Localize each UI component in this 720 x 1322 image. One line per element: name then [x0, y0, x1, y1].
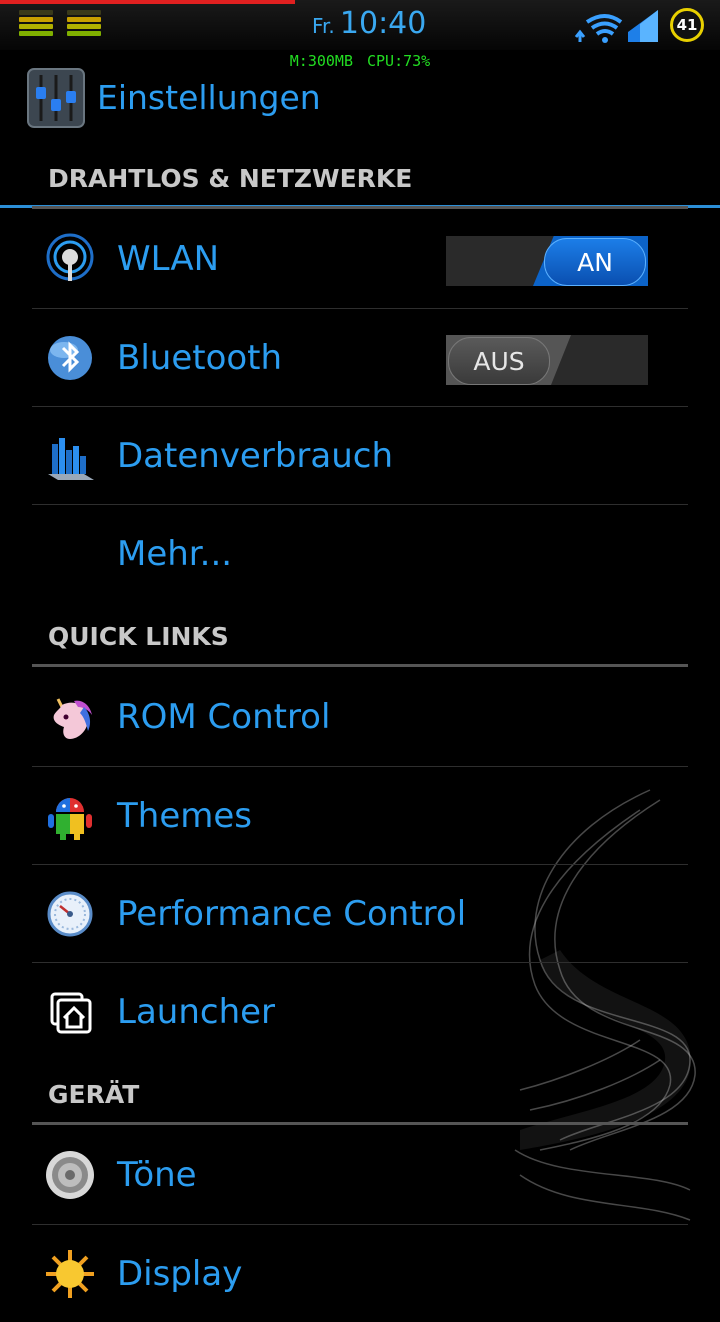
settings-item-bluetooth[interactable]: Bluetooth AUS [32, 309, 688, 406]
bluetooth-toggle[interactable]: AUS [446, 335, 648, 385]
wlan-label: WLAN [117, 239, 220, 279]
section-header-wireless: DRAHTLOS & NETZWERKE [48, 164, 413, 193]
progress-line [0, 0, 295, 4]
data-usage-icon [48, 438, 94, 480]
equalizer-icon [19, 10, 53, 42]
status-time: 10:40 [339, 6, 427, 41]
action-bar: Einstellungen [0, 62, 720, 208]
sun-icon [46, 1250, 94, 1298]
sound-label: Töne [117, 1155, 197, 1195]
section-divider [32, 1122, 688, 1125]
display-label: Display [117, 1254, 243, 1294]
wlan-icon [46, 233, 94, 281]
settings-item-rom-control[interactable]: ROM Control [32, 668, 688, 765]
settings-sliders-icon[interactable] [26, 67, 86, 129]
android-themes-icon [48, 798, 92, 840]
settings-item-display[interactable]: Display [32, 1225, 688, 1322]
settings-item-themes[interactable]: Themes [32, 767, 688, 864]
settings-item-data-usage[interactable]: Datenverbrauch [32, 407, 688, 504]
home-icon [50, 992, 92, 1034]
section-divider [32, 664, 688, 667]
rom-control-label: ROM Control [117, 697, 331, 737]
bluetooth-icon [48, 336, 92, 380]
themes-label: Themes [117, 796, 252, 836]
wlan-toggle[interactable]: AN [446, 236, 648, 286]
page-title: Einstellungen [97, 78, 321, 117]
data-usage-label: Datenverbrauch [117, 436, 394, 476]
settings-item-launcher[interactable]: Launcher [32, 963, 688, 1060]
signal-icon [628, 10, 658, 42]
wlan-toggle-knob: AN [544, 238, 646, 286]
status-bar: Fr. 10:40 41 [0, 0, 720, 50]
launcher-label: Launcher [117, 992, 276, 1032]
battery-icon: 41 [670, 8, 704, 42]
bluetooth-toggle-knob: AUS [448, 337, 550, 385]
section-header-quick-links: QUICK LINKS [48, 622, 229, 651]
section-header-device: GERÄT [48, 1080, 140, 1109]
settings-item-wlan[interactable]: WLAN AN [32, 210, 688, 307]
settings-item-more[interactable]: Mehr... [32, 505, 688, 602]
wifi-icon [574, 14, 623, 43]
performance-control-label: Performance Control [117, 894, 467, 934]
more-label: Mehr... [117, 534, 233, 574]
section-divider [32, 206, 688, 209]
settings-item-performance-control[interactable]: Performance Control [32, 865, 688, 962]
gauge-icon [47, 891, 93, 937]
speaker-icon [46, 1151, 94, 1199]
status-day: Fr. [312, 14, 335, 38]
equalizer-icon [67, 10, 101, 42]
settings-item-sound[interactable]: Töne [32, 1126, 688, 1223]
bluetooth-label: Bluetooth [117, 338, 283, 378]
status-clock: Fr. 10:40 [312, 6, 426, 41]
unicorn-icon [53, 698, 92, 739]
